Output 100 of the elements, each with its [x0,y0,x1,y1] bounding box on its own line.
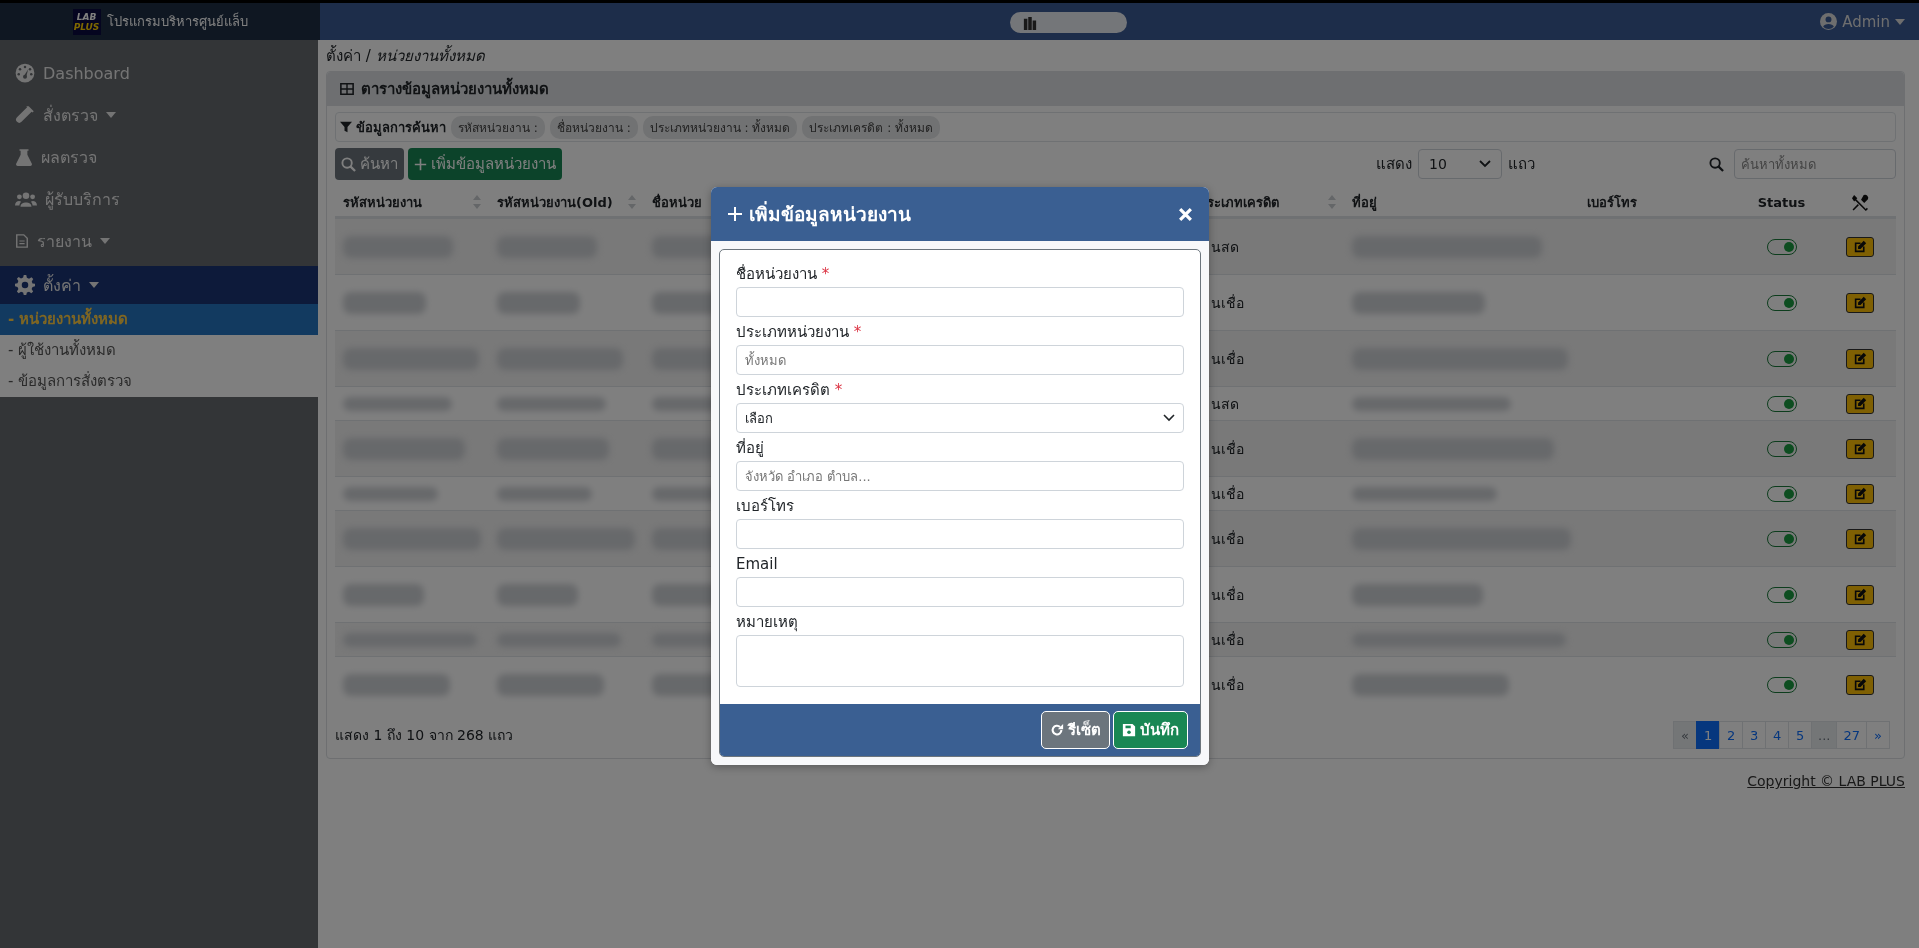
edit-icon [1853,296,1867,309]
edit-icon [1853,678,1867,691]
sidebar-item[interactable]: ผลตรวจ [0,136,318,178]
plus-icon [414,157,427,171]
edit-button[interactable] [1846,393,1874,414]
close-button[interactable] [1178,206,1193,222]
edit-button[interactable] [1846,438,1874,459]
field-label: เบอร์โทร [736,496,794,516]
reset-button[interactable]: รีเซ็ต [1041,711,1110,749]
caret-icon [106,112,116,118]
page-button[interactable]: 27 [1836,721,1867,749]
document-icon [15,232,29,250]
filter-chip: รหัสหน่วยงาน : [451,115,545,139]
add-button[interactable]: เพิ่มข้อมูลหน่วยงาน [408,148,562,180]
table-info: แสดง 1 ถึง 10 จาก 268 แถว [335,726,514,745]
submenu-item[interactable]: - ข้อมูลการสั่งตรวจ [0,366,318,397]
modal-title: เพิ่มข้อมูลหน่วยงาน [749,200,911,229]
field-label: หมายเหตุ [736,612,798,632]
edit-icon [1853,633,1867,646]
sort-icon [1328,195,1336,209]
gauge-icon [15,63,35,83]
card-title: ตารางข้อมูลหน่วยงานทั้งหมด [361,77,549,101]
length-label: แถว [1508,154,1535,175]
sort-icon [628,195,636,209]
table-icon [339,82,355,96]
sidebar-item[interactable]: สั่งตรวจ [0,94,318,136]
table-cell-text: นเชื่อ [1211,529,1244,549]
search-field[interactable]: ค้นหาทั้งหมด [1734,149,1896,179]
page-button[interactable]: 2 [1719,721,1744,749]
column-header[interactable]: เบอร์โทร [1587,191,1637,213]
chevron-down-icon [1163,414,1175,422]
input-field[interactable] [736,519,1184,549]
column-header[interactable]: รหัสหน่วยงาน [343,191,422,213]
column-header[interactable]: Status [1757,194,1806,210]
table-cell-text: นเชื่อ [1211,585,1244,605]
field-label: Email [736,554,778,574]
edit-button[interactable] [1846,584,1874,605]
edit-button[interactable] [1846,528,1874,549]
column-header[interactable]: รหัสหน่วยงาน(Old) [497,191,613,213]
search-button[interactable]: ค้นหา [335,148,404,180]
filter-chip: ประเภทหน่วยงาน : ทั้งหมด [642,115,798,139]
edit-button[interactable] [1846,674,1874,695]
table-cell-text: นเชื่อ [1211,484,1244,504]
select-field[interactable]: เลือก [736,403,1184,433]
copyright-link[interactable]: Copyright © LAB PLUS [1747,773,1905,789]
table-cell-text: นเชื่อ [1211,293,1244,313]
submenu-item[interactable]: - ผู้ใช้งานทั้งหมด [0,335,318,366]
breadcrumb: ตั้งค่า / หน่วยงานทั้งหมด [326,44,486,67]
save-button[interactable]: บันทึก [1113,711,1188,749]
table-cell-text: นเชื่อ [1211,439,1244,459]
column-header[interactable]: ระเภทเครดิต [1207,191,1279,213]
submenu-item[interactable]: - หน่วยงานทั้งหมด [0,304,318,335]
page-button[interactable]: 5 [1788,721,1813,749]
page-button[interactable]: 4 [1765,721,1790,749]
column-header[interactable]: ที่อยู่ [1352,191,1377,213]
table-cell-text: นเชื่อ [1211,349,1244,369]
gear-icon [15,275,35,295]
sidebar-item[interactable]: Dashboard [0,52,318,94]
input-field[interactable] [736,287,1184,317]
page-button[interactable]: 1 [1696,721,1721,749]
field-label: ชื่อหน่วยงาน * [736,264,830,284]
input-field[interactable]: จังหวัด อำเภอ ตำบล... [736,461,1184,491]
test-tube-icon [15,105,35,125]
edit-button[interactable] [1846,292,1874,313]
sidebar-item[interactable]: รายงาน [0,220,318,262]
edit-icon [1853,352,1867,365]
edit-button[interactable] [1846,483,1874,504]
field-label: ที่อยู่ [736,438,764,458]
plus-icon [727,206,743,222]
chevron-down-icon [1479,160,1491,168]
user-menu[interactable]: Admin [1820,12,1905,31]
table-cell-text: นสด [1211,394,1239,414]
field-label: ประเภทเครดิต * [736,380,843,400]
page-length-select[interactable]: 10 [1418,149,1502,179]
edit-icon [1853,397,1867,410]
page-button[interactable]: 3 [1742,721,1767,749]
filter-icon [340,121,352,133]
column-header[interactable]: ชื่อหน่วย [652,191,702,213]
table-cell-text: นเชื่อ [1211,630,1244,650]
flask-icon [15,147,33,167]
table-cell-text: นเชื่อ [1211,675,1244,695]
edit-icon [1853,487,1867,500]
input-field[interactable] [736,577,1184,607]
search-icon [341,156,356,172]
edit-icon [1853,588,1867,601]
edit-icon [1853,240,1867,253]
sidebar-item[interactable]: ตั้งค่า [0,266,318,304]
tools-icon [1851,193,1869,211]
app-logo: LAB PLUS [72,8,101,35]
edit-button[interactable] [1846,348,1874,369]
filter-chip: ประเภทเครดิต : ทั้งหมด [802,115,941,139]
refresh-icon [1050,723,1064,737]
edit-button[interactable] [1846,236,1874,257]
user-avatar-icon [1820,13,1838,30]
input-field[interactable]: ทั้งหมด [736,345,1184,375]
edit-button[interactable] [1846,629,1874,650]
sidebar-item[interactable]: ผู้รับบริการ [0,178,318,220]
building-icon [1022,15,1038,30]
caret-icon [100,238,110,244]
page-button[interactable]: » [1866,721,1890,749]
